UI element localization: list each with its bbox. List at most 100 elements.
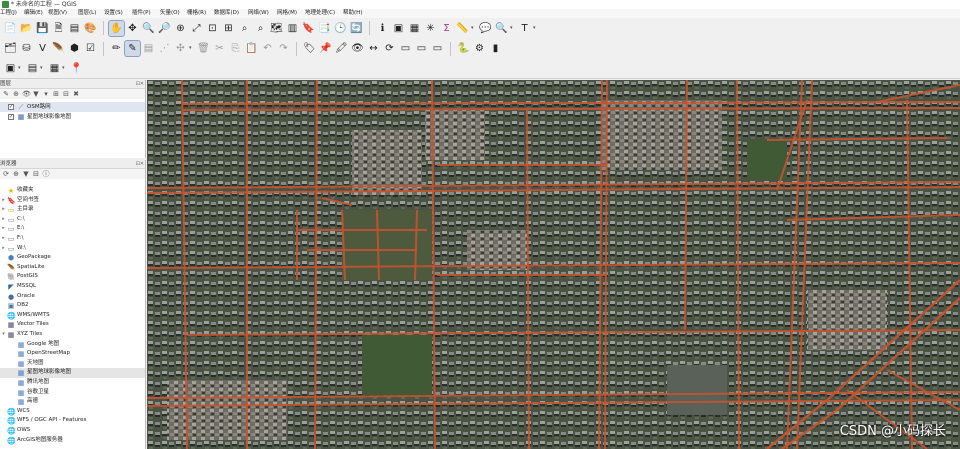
refresh-icon[interactable]: 🔄 [349,21,364,36]
open-attribute-table-icon[interactable]: ▦ [407,21,422,36]
paste-features-icon[interactable]: 📋 [244,41,259,56]
bookmark-icon[interactable]: 🔖 [301,21,316,36]
label-tool-icon[interactable]: 🏷 [302,41,317,56]
browser-item[interactable]: ▸ ▭ F:\ [0,234,145,244]
menu-item[interactable]: 设置(S) [104,9,123,18]
chevron-down-icon[interactable]: ▾ [533,24,538,32]
label-property-icon[interactable]: ▭ [398,41,413,56]
new-shapefile-layer-icon[interactable]: V [35,41,50,56]
menu-item[interactable]: 插件(P) [132,9,151,18]
menu-item[interactable]: 网络(W) [248,9,269,18]
browser-item[interactable]: ▦ 腾讯地图 [0,378,145,388]
zoom-next-icon[interactable]: ⌕ [253,21,268,36]
pan-hand-icon[interactable]: ✋ [108,20,125,37]
label-move-icon[interactable]: ↔ [366,41,381,56]
browser-item[interactable]: ▦ OpenStreetMap [0,349,145,359]
show-bookmarks-icon[interactable]: 📑 [317,21,332,36]
browser-item[interactable]: ▦ 天地图 [0,359,145,369]
style-icon[interactable]: ✎ [2,90,10,98]
processing-toolbox-icon[interactable]: ▮ [488,41,503,56]
tree-expander-icon[interactable]: ▸ [1,205,6,215]
menu-item[interactable]: 数据库(D) [214,9,239,18]
zoom-native-icon[interactable]: ⊕ [173,21,188,36]
new-temporary-layer-icon[interactable]: ☑ [83,41,98,56]
chevron-down-icon[interactable]: ▾ [18,64,23,72]
remove-layer-icon[interactable]: ✖ [72,90,80,98]
menu-item[interactable]: 帮助(H) [343,9,362,18]
python-console-icon[interactable]: 🐍 [456,41,471,56]
browser-item[interactable]: ● Oracle [0,292,145,302]
browser-item[interactable]: ▣ DB2 [0,301,145,311]
menu-item[interactable]: 编辑(E) [24,9,43,18]
text-annotation-icon[interactable]: T [517,21,532,36]
panel-close-icon[interactable]: ⊡✕ [136,160,144,169]
layout-manager-icon[interactable]: ▤ [67,21,82,36]
expand-all-icon[interactable]: ⊞ [52,90,60,98]
add-layers-icon[interactable]: ⊕ [12,170,20,178]
new-geopackage-layer-icon[interactable]: ⛁ [19,41,34,56]
delete-selected-icon[interactable]: 🗑 [196,41,211,56]
layer-row[interactable]: ✓ ⟋ OSM路网 [0,102,145,112]
browser-item[interactable]: 🌐 WFS / OGC API - Features [0,416,145,426]
browser-item[interactable]: 🐘 PostGIS [0,272,145,282]
browser-item[interactable]: ▦ Vector Tiles [0,320,145,330]
chevron-down-icon[interactable]: ▾ [510,24,515,32]
new-virtual-layer-icon[interactable]: ⬢ [67,41,82,56]
open-project-icon[interactable]: 📂 [19,21,34,36]
chevron-down-icon[interactable]: ▾ [62,64,67,72]
browser-item[interactable]: ▸ ▭ E:\ [0,224,145,234]
layer-visibility-checkbox[interactable]: ✓ [8,104,14,110]
label-highlight-icon[interactable]: 🖍 [334,41,349,56]
browser-item[interactable]: 🌐 WCS [0,407,145,417]
tree-expander-icon[interactable]: ▾ [1,330,6,340]
digitize-icon[interactable]: ⋰ [157,41,172,56]
filter-map-icon[interactable]: ▾ [42,90,50,98]
browser-item[interactable]: ▦ 高德 [0,397,145,407]
new-3d-view-icon[interactable]: ▥ [285,21,300,36]
save-edits-icon[interactable]: ▤ [141,41,156,56]
new-map-view-icon[interactable]: 🗺 [269,21,284,36]
browser-item[interactable]: ◤ MSSQL [0,282,145,292]
menu-item[interactable]: 地理处理(C) [305,9,335,18]
browser-item[interactable]: ▸ ▭ C:\ [0,215,145,225]
zoom-in-icon[interactable]: 🔍 [141,21,156,36]
menu-item[interactable]: 网格(M) [277,9,297,18]
select-by-area-icon[interactable]: ▣ [3,61,18,76]
browser-item[interactable]: ▦ Google 地图 [0,340,145,350]
browser-item[interactable]: ▦ 星图地球影像地图 [0,368,145,378]
filter-icon[interactable]: ▼ [32,90,40,98]
zoom-last-icon[interactable]: ⌕ [237,21,252,36]
browser-item[interactable]: 🌐 WMS/WMTS [0,311,145,321]
undo-icon[interactable]: ↶ [260,41,275,56]
label-rotate-icon[interactable]: ⟳ [382,41,397,56]
panel-close-icon[interactable]: ⊡✕ [136,80,144,89]
zoom-full-icon[interactable]: ⤢ [189,21,204,36]
layer-visibility-checkbox[interactable]: ✓ [8,114,14,120]
browser-item[interactable]: ▾ ▦ XYZ Tiles [0,330,145,340]
browser-item[interactable]: 🌐 ArcGIS地图服务器 [0,436,145,446]
tree-expander-icon[interactable]: ▸ [1,234,6,244]
browser-item[interactable]: ▸ ▭ 主目录 [0,205,145,215]
browser-item[interactable]: ⬢ GeoPackage [0,253,145,263]
toggle-editing-icon[interactable]: ✎ [124,40,141,57]
tree-expander-icon[interactable]: ▸ [1,244,6,254]
tree-expander-icon[interactable]: ▸ [1,196,6,206]
field-calculator-icon[interactable]: ✳ [423,21,438,36]
add-group-icon[interactable]: ⊕ [12,90,20,98]
new-spatialite-layer-icon[interactable]: 🪶 [51,41,66,56]
statistical-summary-icon[interactable]: Σ [439,21,454,36]
filter-icon[interactable]: ▼ [22,170,30,178]
cut-features-icon[interactable]: ✂ [212,41,227,56]
current-edits-icon[interactable]: ✏ [109,41,124,56]
style-manager-icon[interactable]: 🎨 [83,21,98,36]
label-show-hide-icon[interactable]: 👁 [350,41,365,56]
browser-item[interactable]: ★ 收藏夹 [0,186,145,196]
vertex-tool-icon[interactable]: ✣ [173,41,188,56]
menu-item[interactable]: 栅格(R) [187,9,206,18]
tree-expander-icon[interactable]: ▸ [1,224,6,234]
label-pin-icon[interactable]: 📌 [318,41,333,56]
menu-item[interactable]: 矢量(O) [160,9,180,18]
menu-item[interactable]: 视图(V) [48,9,67,18]
menu-item[interactable]: 工程(J) [0,9,17,18]
deselect-features-icon[interactable]: ▦ [47,61,62,76]
